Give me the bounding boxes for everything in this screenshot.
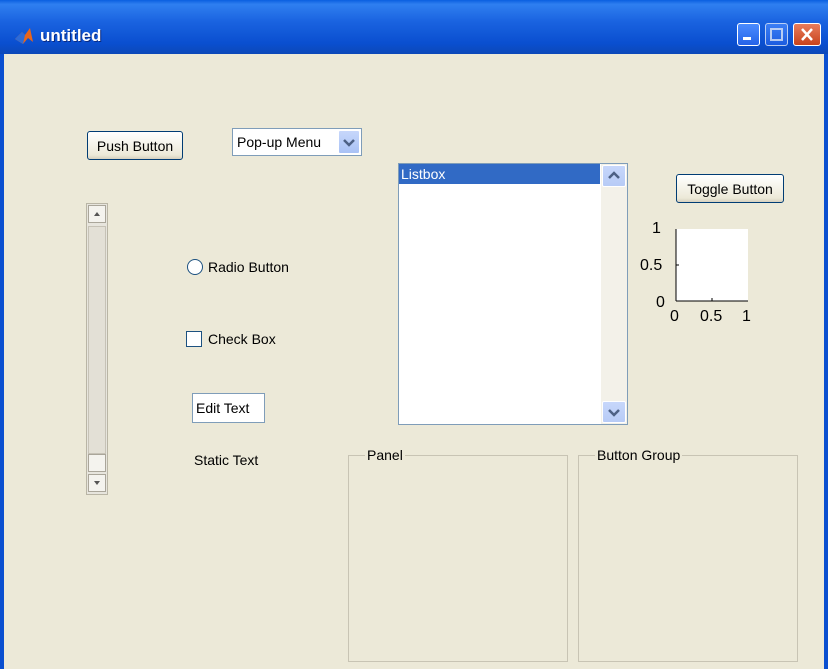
check-box[interactable] (186, 331, 202, 347)
title-bar[interactable]: untitled (0, 0, 828, 54)
x-tick-label: 1 (742, 308, 751, 325)
window-title: untitled (40, 26, 102, 45)
listbox-item[interactable]: Listbox (399, 164, 600, 184)
popup-dropdown-button[interactable] (338, 130, 360, 154)
panel: Panel (348, 447, 568, 662)
button-group: Button Group (578, 447, 798, 662)
minimize-button[interactable] (737, 23, 760, 46)
axes[interactable]: 1 0.5 0 0 0.5 1 (630, 210, 780, 340)
slider-thumb[interactable] (88, 454, 106, 472)
close-icon (801, 28, 813, 41)
figure-window: untitled Push Button Pop-up Menu Listbox… (0, 0, 828, 669)
button-group-title: Button Group (595, 447, 683, 463)
radio-button-label: Radio Button (208, 259, 289, 275)
slider-down-button[interactable] (88, 474, 106, 492)
close-button[interactable] (793, 23, 821, 46)
y-tick-label: 0.5 (640, 257, 663, 274)
chevron-down-icon (343, 139, 355, 147)
window-frame-left (0, 54, 4, 669)
y-tick-label: 1 (652, 220, 661, 237)
panel-title: Panel (365, 447, 405, 463)
minimize-icon (743, 37, 751, 40)
listbox[interactable]: Listbox (398, 163, 628, 425)
x-tick-label: 0.5 (700, 308, 723, 325)
edit-text-field[interactable]: Edit Text (192, 393, 265, 423)
maximize-button[interactable] (765, 23, 788, 46)
toggle-button[interactable]: Toggle Button (676, 174, 784, 203)
chevron-up-icon (608, 171, 620, 179)
arrow-up-icon (94, 212, 100, 216)
static-text: Static Text (194, 452, 259, 468)
listbox-scrollbar[interactable] (601, 164, 627, 424)
matlab-logo-icon (15, 28, 33, 44)
slider-up-button[interactable] (88, 205, 106, 223)
maximize-icon (770, 28, 783, 41)
check-box-label: Check Box (208, 331, 276, 347)
x-tick-label: 0 (670, 308, 679, 325)
push-button[interactable]: Push Button (87, 131, 183, 160)
scroll-up-button[interactable] (602, 165, 626, 187)
slider[interactable] (86, 203, 108, 495)
radio-button[interactable] (187, 259, 203, 275)
scroll-down-button[interactable] (602, 401, 626, 423)
window-frame-right (824, 54, 828, 669)
arrow-down-icon (94, 481, 100, 485)
popup-menu-value: Pop-up Menu (237, 134, 322, 150)
popup-menu[interactable]: Pop-up Menu (232, 128, 362, 156)
slider-track[interactable] (88, 226, 106, 454)
chevron-down-icon (608, 409, 620, 417)
y-tick-label: 0 (656, 294, 665, 311)
